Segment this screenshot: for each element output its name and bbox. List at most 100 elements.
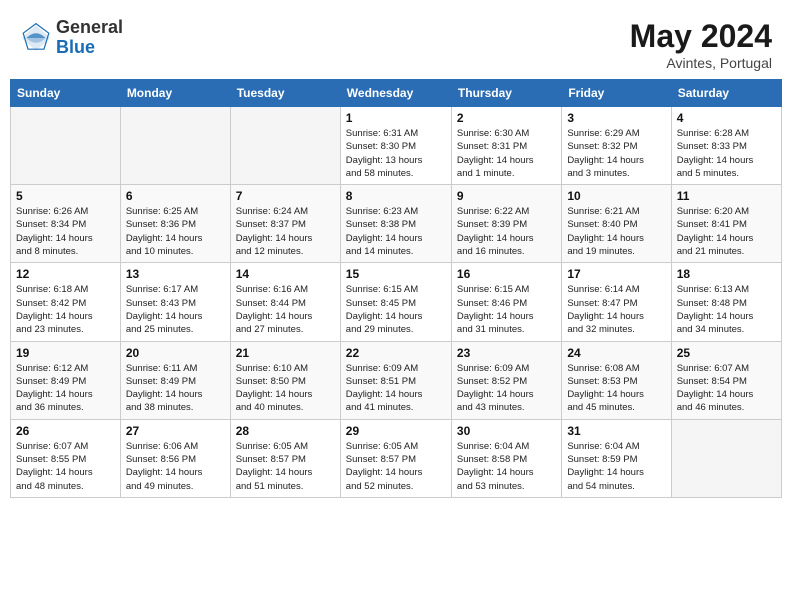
calendar-cell: 18 Sunrise: 6:13 AM Sunset: 8:48 PM Dayli…: [671, 263, 781, 341]
cell-info: Sunrise: 6:17 AM Sunset: 8:43 PM Dayligh…: [126, 283, 225, 336]
calendar-cell: 21 Sunrise: 6:10 AM Sunset: 8:50 PM Dayli…: [230, 341, 340, 419]
cell-info: Sunrise: 6:11 AM Sunset: 8:49 PM Dayligh…: [126, 362, 225, 415]
calendar-cell: 13 Sunrise: 6:17 AM Sunset: 8:43 PM Dayli…: [120, 263, 230, 341]
cell-info: Sunrise: 6:04 AM Sunset: 8:58 PM Dayligh…: [457, 440, 556, 493]
day-number: 23: [457, 346, 556, 360]
calendar-cell: 16Sunrise: 6:15 AM Sunset: 8:46 PM Dayli…: [451, 263, 561, 341]
calendar-cell: 31 Sunrise: 6:04 AM Sunset: 8:59 PM Dayli…: [562, 419, 671, 497]
cell-info: Sunrise: 6:30 AM Sunset: 8:31 PM Dayligh…: [457, 127, 556, 180]
day-number: 4: [677, 111, 776, 125]
calendar-cell: 11Sunrise: 6:20 AM Sunset: 8:41 PM Dayli…: [671, 185, 781, 263]
calendar-cell: 24 Sunrise: 6:08 AM Sunset: 8:53 PM Dayli…: [562, 341, 671, 419]
cell-info: Sunrise: 6:07 AM Sunset: 8:54 PM Dayligh…: [677, 362, 776, 415]
cell-info: Sunrise: 6:05 AM Sunset: 8:57 PM Dayligh…: [346, 440, 446, 493]
weekday-header: Wednesday: [340, 80, 451, 107]
calendar-cell: [11, 107, 121, 185]
calendar-cell: 10 Sunrise: 6:21 AM Sunset: 8:40 PM Dayli…: [562, 185, 671, 263]
title-block: May 2024 Avintes, Portugal: [630, 18, 772, 71]
cell-info: Sunrise: 6:31 AM Sunset: 8:30 PM Dayligh…: [346, 127, 446, 180]
cell-info: Sunrise: 6:22 AM Sunset: 8:39 PM Dayligh…: [457, 205, 556, 258]
day-number: 15: [346, 267, 446, 281]
calendar-cell: 27 Sunrise: 6:06 AM Sunset: 8:56 PM Dayli…: [120, 419, 230, 497]
day-number: 18: [677, 267, 776, 281]
day-number: 14: [236, 267, 335, 281]
day-number: 9: [457, 189, 556, 203]
cell-info: Sunrise: 6:24 AM Sunset: 8:37 PM Dayligh…: [236, 205, 335, 258]
logo-text: General Blue: [56, 18, 123, 58]
calendar-cell: 9 Sunrise: 6:22 AM Sunset: 8:39 PM Daylig…: [451, 185, 561, 263]
cell-info: Sunrise: 6:16 AM Sunset: 8:44 PM Dayligh…: [236, 283, 335, 336]
cell-info: Sunrise: 6:09 AM Sunset: 8:51 PM Dayligh…: [346, 362, 446, 415]
logo-line1: General: [56, 18, 123, 38]
calendar-cell: [671, 419, 781, 497]
cell-info: Sunrise: 6:08 AM Sunset: 8:53 PM Dayligh…: [567, 362, 665, 415]
day-number: 10: [567, 189, 665, 203]
day-number: 25: [677, 346, 776, 360]
cell-info: Sunrise: 6:23 AM Sunset: 8:38 PM Dayligh…: [346, 205, 446, 258]
page-header: General Blue May 2024 Avintes, Portugal: [10, 10, 782, 75]
cell-info: Sunrise: 6:29 AM Sunset: 8:32 PM Dayligh…: [567, 127, 665, 180]
calendar-week-row: 1Sunrise: 6:31 AM Sunset: 8:30 PM Daylig…: [11, 107, 782, 185]
calendar-cell: [120, 107, 230, 185]
calendar-cell: 20 Sunrise: 6:11 AM Sunset: 8:49 PM Dayli…: [120, 341, 230, 419]
calendar-cell: 8 Sunrise: 6:23 AM Sunset: 8:38 PM Daylig…: [340, 185, 451, 263]
weekday-header: Saturday: [671, 80, 781, 107]
cell-info: Sunrise: 6:15 AM Sunset: 8:45 PM Dayligh…: [346, 283, 446, 336]
cell-info: Sunrise: 6:07 AM Sunset: 8:55 PM Dayligh…: [16, 440, 115, 493]
weekday-header: Monday: [120, 80, 230, 107]
calendar-cell: 7 Sunrise: 6:24 AM Sunset: 8:37 PM Daylig…: [230, 185, 340, 263]
cell-info: Sunrise: 6:05 AM Sunset: 8:57 PM Dayligh…: [236, 440, 335, 493]
day-number: 11: [677, 189, 776, 203]
day-number: 7: [236, 189, 335, 203]
calendar-cell: 29Sunrise: 6:05 AM Sunset: 8:57 PM Dayli…: [340, 419, 451, 497]
day-number: 19: [16, 346, 115, 360]
logo: General Blue: [20, 18, 123, 58]
month-title: May 2024: [630, 18, 772, 55]
calendar-cell: 26 Sunrise: 6:07 AM Sunset: 8:55 PM Dayli…: [11, 419, 121, 497]
day-number: 26: [16, 424, 115, 438]
calendar-cell: 19 Sunrise: 6:12 AM Sunset: 8:49 PM Dayli…: [11, 341, 121, 419]
calendar-table: SundayMondayTuesdayWednesdayThursdayFrid…: [10, 79, 782, 498]
weekday-header: Thursday: [451, 80, 561, 107]
calendar-cell: [230, 107, 340, 185]
day-number: 21: [236, 346, 335, 360]
day-number: 13: [126, 267, 225, 281]
cell-info: Sunrise: 6:21 AM Sunset: 8:40 PM Dayligh…: [567, 205, 665, 258]
day-number: 28: [236, 424, 335, 438]
day-number: 30: [457, 424, 556, 438]
logo-icon: [20, 22, 52, 54]
calendar-cell: 23 Sunrise: 6:09 AM Sunset: 8:52 PM Dayli…: [451, 341, 561, 419]
calendar-cell: 2 Sunrise: 6:30 AM Sunset: 8:31 PM Daylig…: [451, 107, 561, 185]
cell-info: Sunrise: 6:04 AM Sunset: 8:59 PM Dayligh…: [567, 440, 665, 493]
cell-info: Sunrise: 6:10 AM Sunset: 8:50 PM Dayligh…: [236, 362, 335, 415]
day-number: 27: [126, 424, 225, 438]
weekday-header-row: SundayMondayTuesdayWednesdayThursdayFrid…: [11, 80, 782, 107]
cell-info: Sunrise: 6:06 AM Sunset: 8:56 PM Dayligh…: [126, 440, 225, 493]
weekday-header: Friday: [562, 80, 671, 107]
calendar-cell: 3 Sunrise: 6:29 AM Sunset: 8:32 PM Daylig…: [562, 107, 671, 185]
day-number: 31: [567, 424, 665, 438]
cell-info: Sunrise: 6:26 AM Sunset: 8:34 PM Dayligh…: [16, 205, 115, 258]
day-number: 24: [567, 346, 665, 360]
cell-info: Sunrise: 6:18 AM Sunset: 8:42 PM Dayligh…: [16, 283, 115, 336]
day-number: 6: [126, 189, 225, 203]
cell-info: Sunrise: 6:13 AM Sunset: 8:48 PM Dayligh…: [677, 283, 776, 336]
day-number: 8: [346, 189, 446, 203]
calendar-cell: 12 Sunrise: 6:18 AM Sunset: 8:42 PM Dayli…: [11, 263, 121, 341]
day-number: 12: [16, 267, 115, 281]
day-number: 20: [126, 346, 225, 360]
cell-info: Sunrise: 6:25 AM Sunset: 8:36 PM Dayligh…: [126, 205, 225, 258]
cell-info: Sunrise: 6:12 AM Sunset: 8:49 PM Dayligh…: [16, 362, 115, 415]
cell-info: Sunrise: 6:28 AM Sunset: 8:33 PM Dayligh…: [677, 127, 776, 180]
day-number: 17: [567, 267, 665, 281]
calendar-cell: 15 Sunrise: 6:15 AM Sunset: 8:45 PM Dayli…: [340, 263, 451, 341]
day-number: 3: [567, 111, 665, 125]
calendar-cell: 30 Sunrise: 6:04 AM Sunset: 8:58 PM Dayli…: [451, 419, 561, 497]
weekday-header: Tuesday: [230, 80, 340, 107]
day-number: 22: [346, 346, 446, 360]
day-number: 5: [16, 189, 115, 203]
cell-info: Sunrise: 6:09 AM Sunset: 8:52 PM Dayligh…: [457, 362, 556, 415]
day-number: 2: [457, 111, 556, 125]
cell-info: Sunrise: 6:14 AM Sunset: 8:47 PM Dayligh…: [567, 283, 665, 336]
location: Avintes, Portugal: [630, 55, 772, 71]
